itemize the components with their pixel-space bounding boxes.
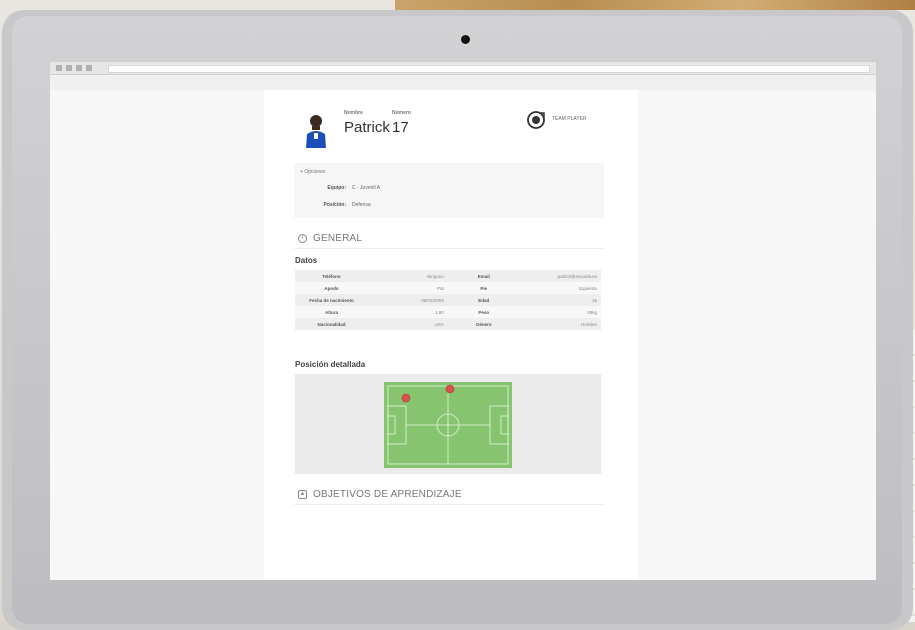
football-pitch [384,382,512,468]
objetivos-section-header[interactable]: ▲ OBJETIVOS DE APRENDIZAJE [294,484,604,505]
player-profile-card: Nombre Número Patrick 17 TEAM PLAYER + O… [264,90,638,580]
table-row: Nacionalidad USA Género Hombre [295,318,601,330]
field-value: USA [367,318,448,330]
field-value: 16 [519,294,601,306]
team-key: Equipo: [327,185,346,191]
field-value: 68kg [519,306,601,318]
player-name: Patrick [344,119,390,136]
table-row: Fecha de nacimiento 06/03/2003 Edad 16 [295,294,601,306]
table-row: Altura 1.80 Peso 68kg [295,306,601,318]
field-label: Peso [447,306,520,318]
address-bar[interactable] [108,65,870,73]
datos-title: Datos [295,256,318,265]
position-marker[interactable] [445,384,455,394]
field-label: Género [447,318,520,330]
posicion-title: Posición detallada [295,360,366,369]
field-label: Teléfono [295,270,368,282]
team-player-label[interactable]: TEAM PLAYER [552,116,587,122]
field-label: Fecha de nacimiento [295,294,368,306]
field-label: Apodo [295,282,368,294]
position-key: Posición: [323,202,346,208]
field-value: Pat [367,282,448,294]
datos-table: Teléfono Ninguno Email patrick@escuela.e… [295,270,601,330]
webcam-icon [461,35,470,44]
player-number: 17 [392,119,409,136]
field-label: Email [447,270,520,282]
table-row: Apodo Pat Pie Izquierdo [295,282,601,294]
general-title: GENERAL [313,232,363,244]
table-row: Teléfono Ninguno Email patrick@escuela.e… [295,270,601,282]
field-value: 1.80 [367,306,448,318]
position-pitch-panel [295,374,601,474]
info-circle-icon: i [298,233,307,243]
position-marker[interactable] [401,393,411,403]
general-section-header[interactable]: i GENERAL [294,228,604,249]
laptop-screen: Nombre Número Patrick 17 TEAM PLAYER + O… [50,62,876,580]
field-value: Izquierdo [519,282,601,294]
options-toggle[interactable]: + Opciones [300,169,325,175]
field-label: Nacionalidad [295,318,368,330]
team-info-box: + Opciones Equipo: C - Juvenil A Posició… [294,163,604,218]
window-controls[interactable] [56,65,96,71]
player-avatar [306,115,326,148]
field-label: Altura [295,306,368,318]
position-value: Defensa [352,202,371,208]
field-value: 06/03/2003 [367,294,448,306]
field-label: Edad [447,294,520,306]
graduation-cap-icon: ▲ [298,489,307,499]
team-player-icon[interactable] [526,110,546,130]
field-value: patrick@escuela.es [519,270,601,282]
field-value: Hombre [519,318,601,330]
team-value: C - Juvenil A [352,185,381,191]
numero-label: Número [392,110,411,116]
field-value: Ninguno [367,270,448,282]
page-viewport: Nombre Número Patrick 17 TEAM PLAYER + O… [50,90,876,580]
cork-board [395,0,915,10]
field-label: Pie [447,282,520,294]
nombre-label: Nombre [344,110,363,116]
browser-toolbar [50,62,876,75]
objetivos-title: OBJETIVOS DE APRENDIZAJE [313,488,462,500]
